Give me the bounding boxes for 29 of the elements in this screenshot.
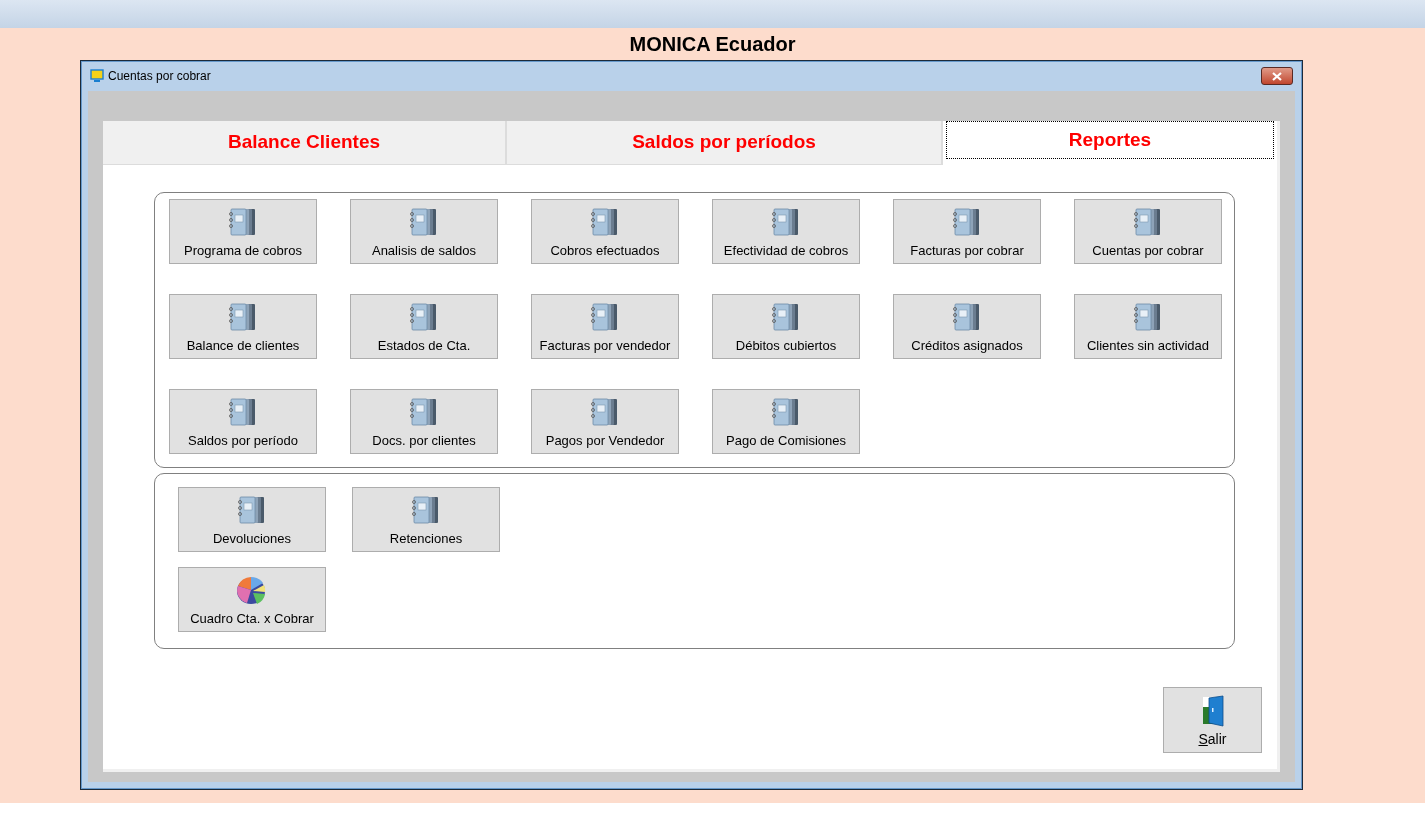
report-button[interactable]: Cuentas por cobrar [1074, 199, 1222, 264]
report-button[interactable]: Clientes sin actividad [1074, 294, 1222, 359]
report-button[interactable]: Docs. por clientes [350, 389, 498, 454]
window-title: Cuentas por cobrar [108, 68, 211, 85]
report-button[interactable]: Retenciones [352, 487, 500, 552]
door-icon [1200, 695, 1225, 727]
report-button[interactable]: Estados de Cta. [350, 294, 498, 359]
tab[interactable]: Reportes [946, 121, 1274, 159]
report-button[interactable]: Efectividad de cobros [712, 199, 860, 264]
report-button[interactable]: Cuadro Cta. x Cobrar [178, 567, 326, 632]
close-icon [1272, 71, 1282, 81]
report-button[interactable]: Facturas por vendedor [531, 294, 679, 359]
report-button[interactable]: Facturas por cobrar [893, 199, 1041, 264]
report-button[interactable]: Débitos cubiertos [712, 294, 860, 359]
app-title: MONICA Ecuador [629, 32, 796, 57]
report-button[interactable]: Programa de cobros [169, 199, 317, 264]
close-button[interactable] [1261, 67, 1293, 85]
tab[interactable]: Balance Clientes [103, 121, 507, 165]
report-button[interactable]: Saldos por período [169, 389, 317, 454]
report-button[interactable]: Analisis de saldos [350, 199, 498, 264]
report-button[interactable]: Créditos asignados [893, 294, 1041, 359]
report-button[interactable]: Pago de Comisiones [712, 389, 860, 454]
exit-button[interactable]: Salir [1163, 687, 1262, 753]
report-button[interactable]: Pagos por Vendedor [531, 389, 679, 454]
monitor-icon [90, 69, 104, 83]
report-button[interactable]: Balance de clientes [169, 294, 317, 359]
tab[interactable]: Saldos por períodos [507, 121, 943, 165]
report-button[interactable]: Cobros efectuados [531, 199, 679, 264]
report-button[interactable]: Devoluciones [178, 487, 326, 552]
